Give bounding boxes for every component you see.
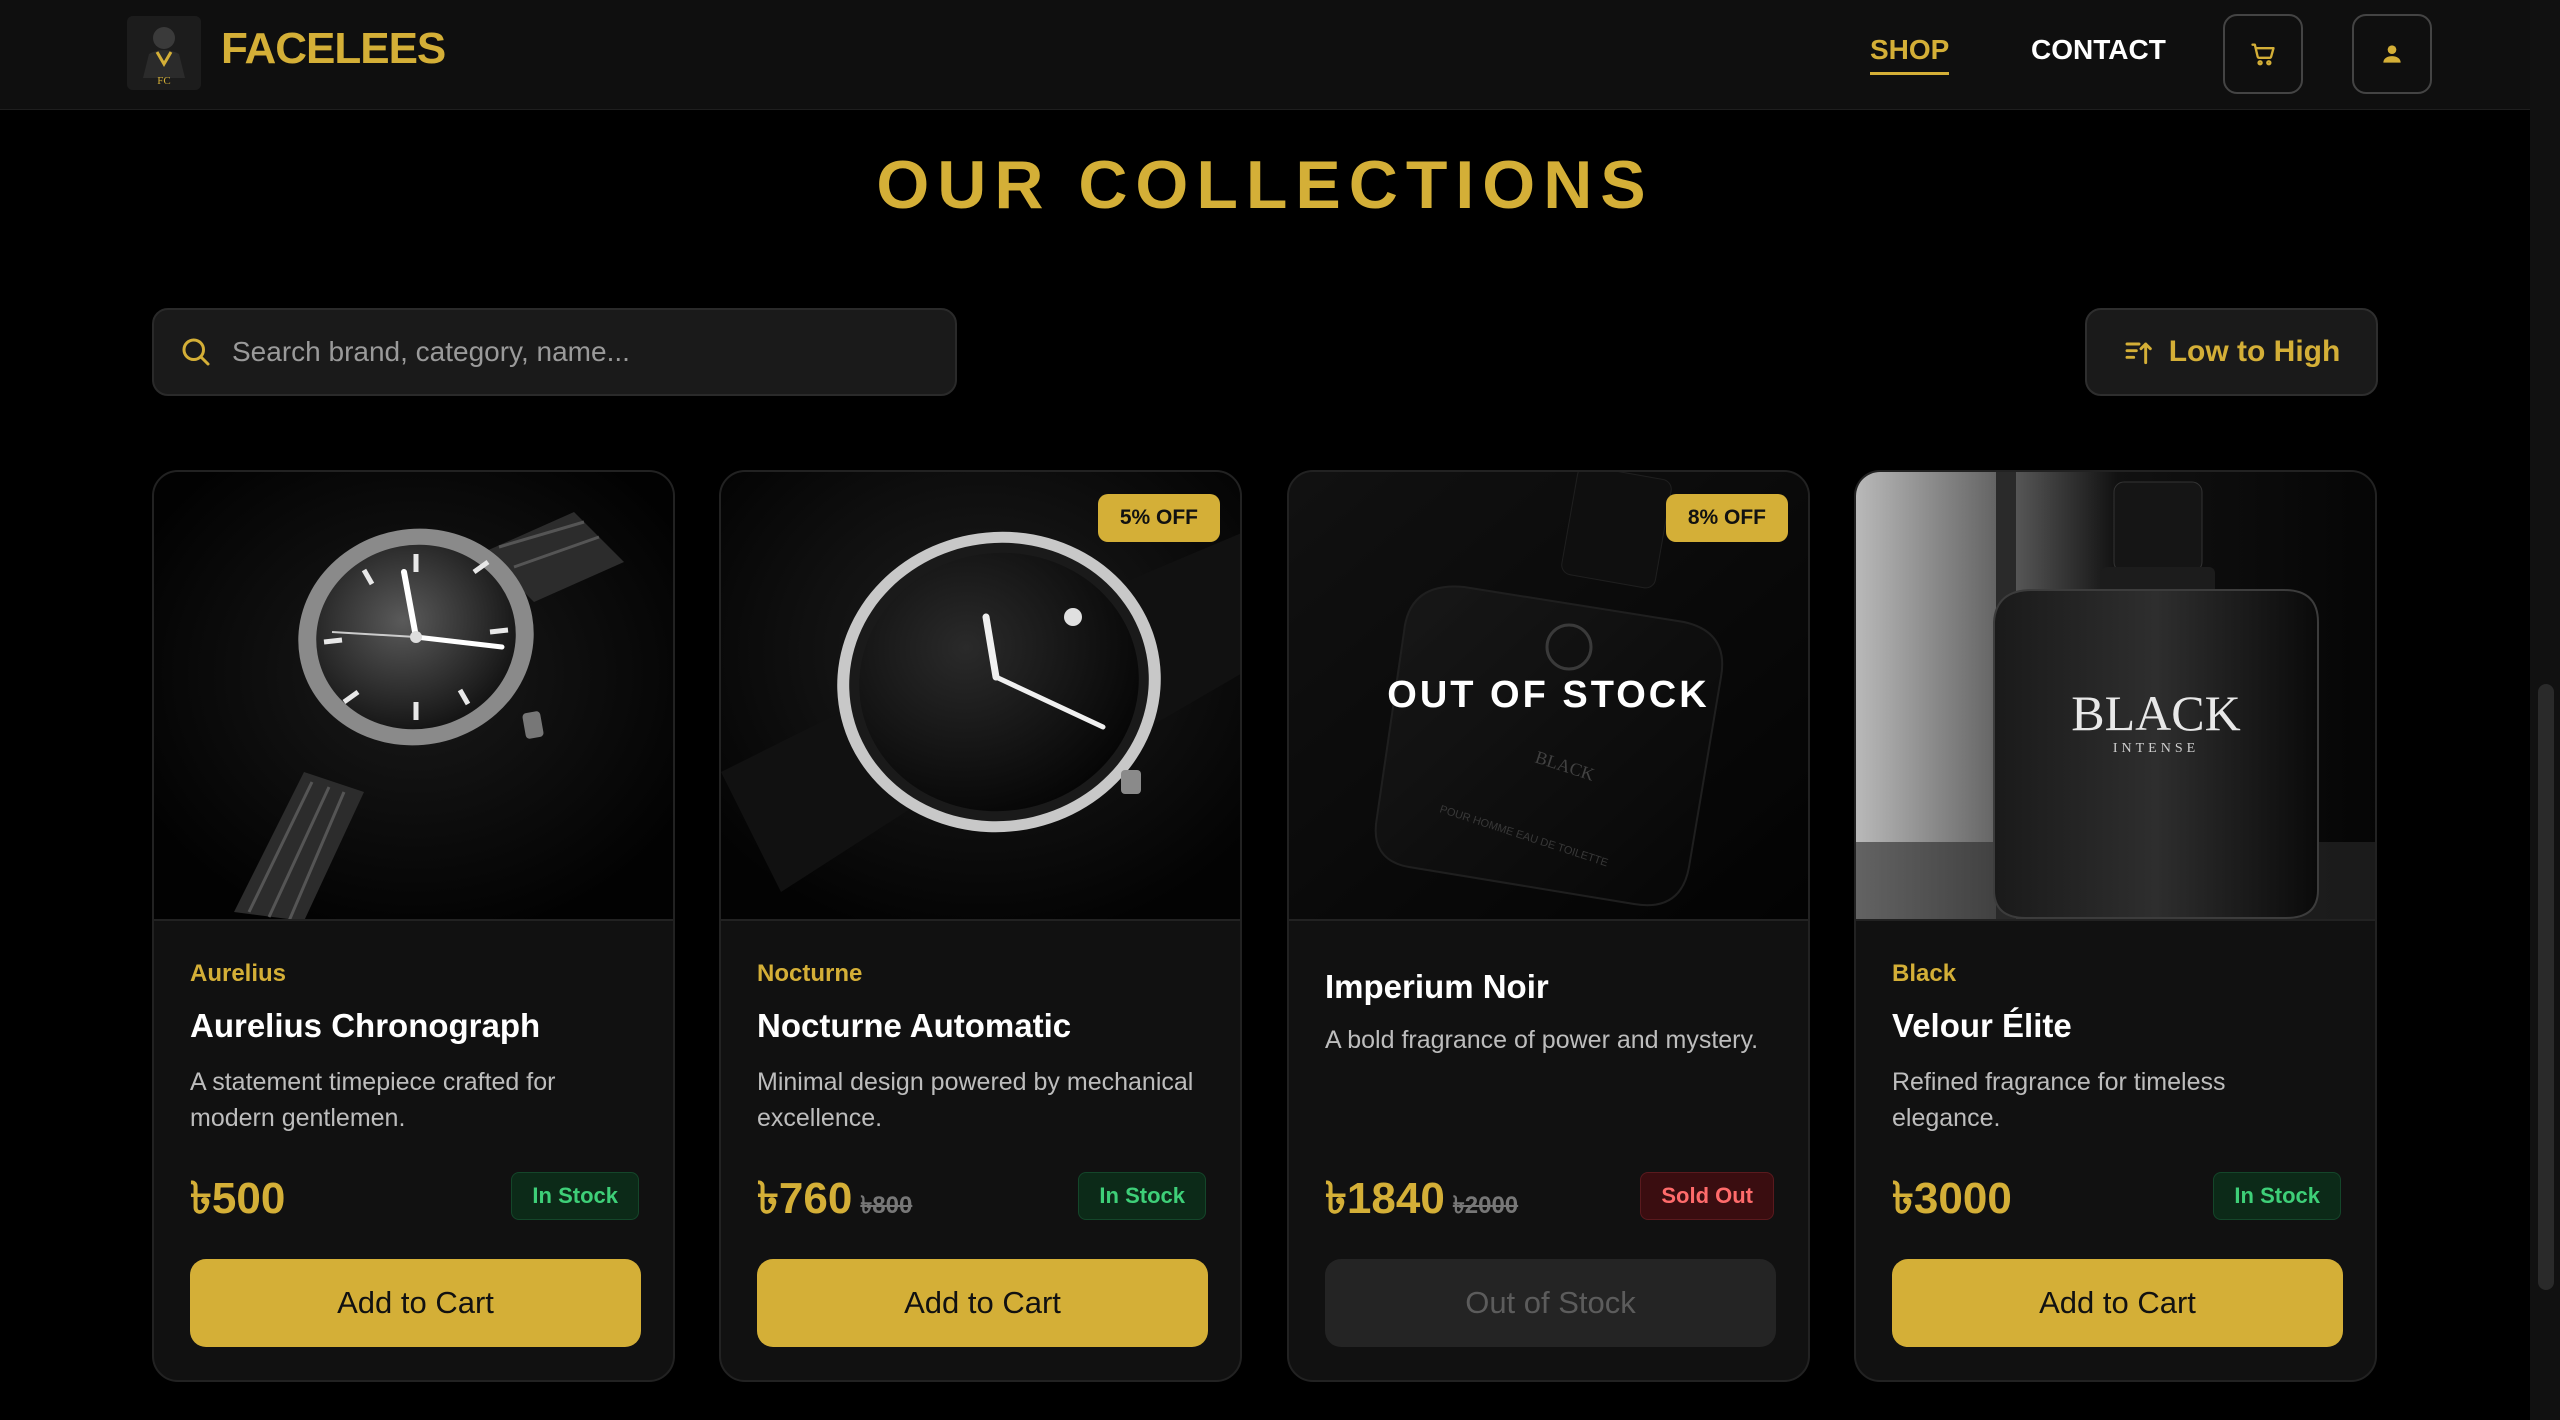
add-to-cart-button[interactable]: Add to Cart — [190, 1259, 641, 1347]
svg-text:FC: FC — [157, 75, 170, 87]
price-current: ৳1840 — [1325, 1174, 1445, 1223]
product-name[interactable]: Aurelius Chronograph — [190, 1007, 540, 1045]
top-navbar: FC FACELEES SHOP CONTACT — [0, 0, 2530, 110]
stock-badge: In Stock — [511, 1172, 639, 1220]
product-brand: Black — [1892, 960, 1957, 987]
sort-ascending-icon — [2125, 342, 2152, 365]
product-image-watch[interactable]: 5% OFF — [721, 472, 1240, 921]
product-image-perfume[interactable]: BLACK INTENSE — [1856, 472, 2375, 921]
product-description: A statement timepiece crafted for modern… — [190, 1068, 556, 1132]
sort-label: Low to High — [2168, 335, 2341, 368]
price-current: ৳500 — [190, 1174, 286, 1223]
product-image-perfume[interactable]: BLACK POUR HOMME EAU DE TOILETTE OUT OF … — [1289, 472, 1808, 921]
svg-text:INTENSE: INTENSE — [2113, 741, 2199, 756]
stock-badge: In Stock — [1078, 1172, 1206, 1220]
brand-name[interactable]: FACELEES — [221, 24, 446, 74]
nav-contact-link[interactable]: CONTACT — [2031, 34, 2166, 66]
discount-badge: 8% OFF — [1665, 494, 1788, 542]
cart-button[interactable] — [2223, 14, 2303, 94]
account-button[interactable] — [2352, 14, 2432, 94]
price-original: ৳2000 — [1452, 1192, 1519, 1219]
add-to-cart-button[interactable]: Add to Cart — [757, 1259, 1208, 1347]
out-of-stock-label: OUT OF STOCK — [1387, 674, 1710, 716]
page-title: OUR COLLECTIONS — [876, 147, 1654, 223]
product-price: ৳760 ৳800 — [757, 1165, 912, 1238]
stock-badge: Sold Out — [1640, 1172, 1774, 1220]
product-price: ৳3000 — [1892, 1165, 2012, 1238]
product-price: ৳1840 ৳2000 — [1325, 1165, 1518, 1238]
out-of-stock-button: Out of Stock — [1325, 1259, 1776, 1347]
price-current: ৳760 — [757, 1174, 853, 1223]
sort-button[interactable]: Low to High — [2085, 308, 2378, 396]
product-card[interactable]: BLACK POUR HOMME EAU DE TOILETTE OUT OF … — [1287, 470, 1810, 1382]
stock-badge: In Stock — [2213, 1172, 2341, 1220]
svg-text:BLACK: BLACK — [2071, 685, 2240, 741]
price-current: ৳3000 — [1892, 1174, 2012, 1223]
price-original: ৳800 — [860, 1192, 913, 1219]
scrollbar-thumb[interactable] — [2538, 684, 2554, 1290]
product-description: Refined fragrance for timeless elegance. — [1892, 1068, 2226, 1132]
product-brand: Aurelius — [190, 960, 287, 987]
product-card[interactable]: Aurelius Aurelius Chronograph A statemen… — [152, 470, 675, 1382]
brand-logo[interactable]: FC — [127, 16, 201, 90]
product-description: A bold fragrance of power and mystery. — [1325, 1026, 1759, 1054]
product-card[interactable]: 5% OFF Nocturne Nocturne Automatic Minim… — [719, 470, 1242, 1382]
user-icon — [2383, 45, 2401, 63]
product-name[interactable]: Imperium Noir — [1325, 968, 1549, 1006]
product-image-watch[interactable] — [154, 472, 673, 921]
search-icon — [182, 338, 210, 366]
cart-icon — [2251, 43, 2275, 66]
product-brand: Nocturne — [757, 960, 863, 987]
product-card[interactable]: BLACK INTENSE Black Velour Élite Refined… — [1854, 470, 2377, 1382]
discount-badge: 5% OFF — [1097, 494, 1220, 542]
product-name[interactable]: Velour Élite — [1892, 1007, 2072, 1045]
search-box[interactable] — [152, 308, 957, 396]
search-input[interactable] — [232, 310, 932, 394]
product-description: Minimal design powered by mechanical exc… — [757, 1068, 1194, 1132]
product-name[interactable]: Nocturne Automatic — [757, 1007, 1071, 1045]
nav-shop-link[interactable]: SHOP — [1870, 34, 1950, 75]
add-to-cart-button[interactable]: Add to Cart — [1892, 1259, 2343, 1347]
product-price: ৳500 — [190, 1165, 285, 1238]
